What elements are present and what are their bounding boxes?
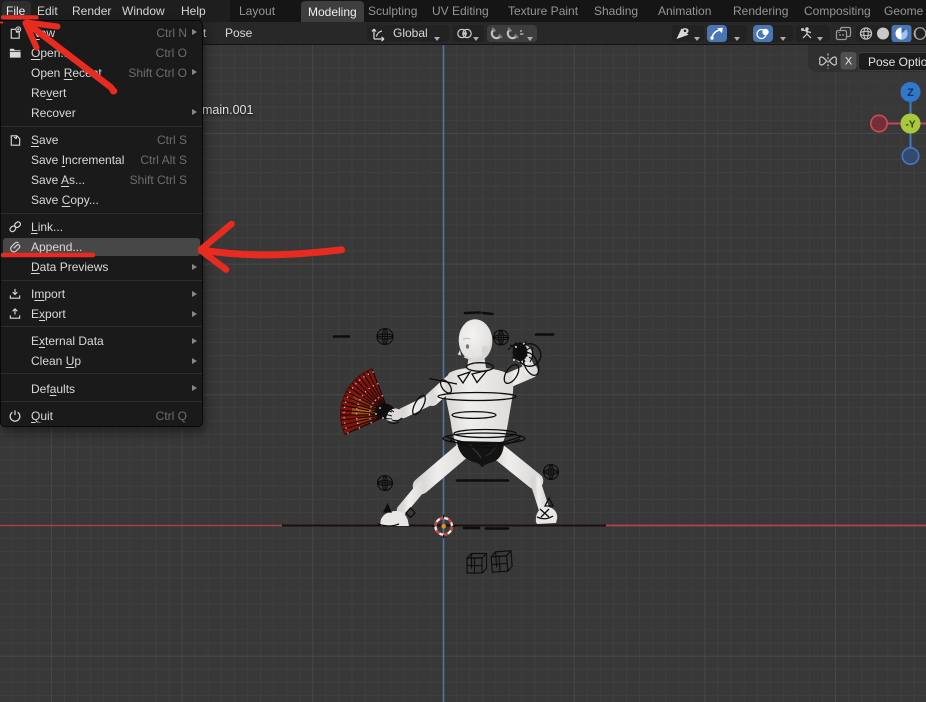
svg-text:-Y: -Y (906, 120, 916, 131)
svg-text:Z: Z (907, 87, 914, 99)
svg-text:X: X (845, 56, 853, 68)
